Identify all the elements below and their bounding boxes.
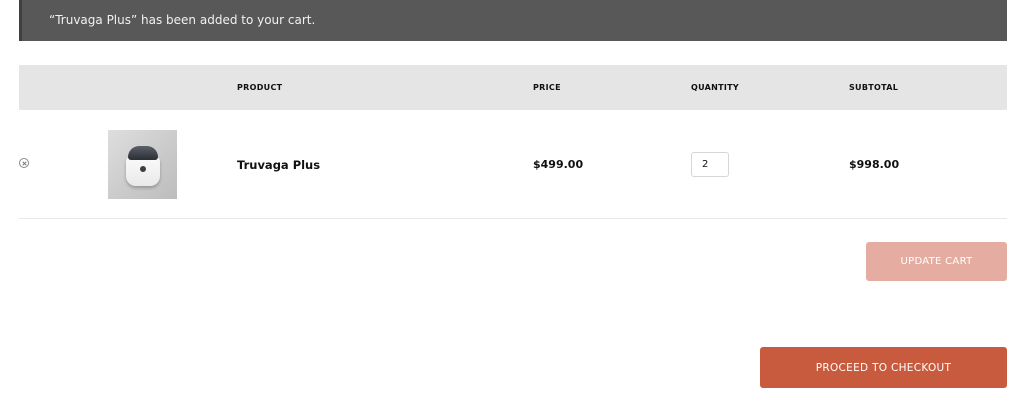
cart-table-header: PRODUCT PRICE QUANTITY SUBTOTAL	[19, 65, 1007, 110]
update-cart-button[interactable]: UPDATE CART	[866, 242, 1007, 281]
product-subtotal: $998.00	[849, 158, 900, 171]
table-row: Truvaga Plus $499.00 $998.00	[19, 110, 1007, 219]
cart-notice: “Truvaga Plus” has been added to your ca…	[19, 0, 1007, 41]
header-quantity: QUANTITY	[691, 83, 740, 92]
header-price: PRICE	[533, 83, 561, 92]
proceed-to-checkout-button[interactable]: PROCEED TO CHECKOUT	[760, 347, 1007, 388]
product-name-link[interactable]: Truvaga Plus	[237, 158, 320, 172]
device-body	[126, 156, 160, 186]
notice-message: “Truvaga Plus” has been added to your ca…	[49, 13, 316, 27]
device-image	[121, 142, 165, 188]
device-cap	[128, 146, 158, 160]
header-product: PRODUCT	[237, 83, 283, 92]
quantity-input[interactable]	[691, 152, 729, 177]
remove-item-icon[interactable]	[19, 158, 29, 168]
product-price: $499.00	[533, 158, 584, 171]
header-subtotal: SUBTOTAL	[849, 83, 899, 92]
device-button	[140, 166, 146, 172]
product-thumbnail[interactable]	[108, 130, 177, 199]
